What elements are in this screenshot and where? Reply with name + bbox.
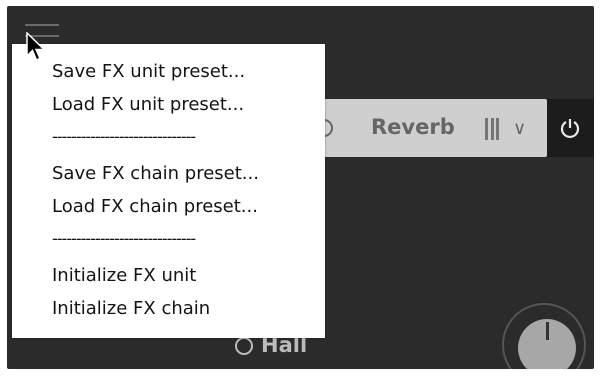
power-icon	[560, 119, 580, 139]
mouse-cursor-icon	[26, 32, 46, 61]
menu-item-load-fx-chain[interactable]: Load FX chain preset...	[52, 196, 258, 217]
menu-separator: ------------------------------	[52, 229, 196, 248]
hall-radio-icon[interactable]	[235, 337, 253, 355]
menu-item-save-fx-unit[interactable]: Save FX unit preset...	[52, 61, 245, 82]
power-button[interactable]	[547, 99, 594, 157]
fx-slot[interactable]: Reverb ∨	[297, 99, 547, 157]
menu-item-initialize-fx-unit[interactable]: Initialize FX unit	[52, 265, 196, 286]
menu-item-load-fx-unit[interactable]: Load FX unit preset...	[52, 94, 244, 115]
bars-icon[interactable]	[485, 118, 499, 140]
menu-separator: ------------------------------	[52, 127, 196, 146]
chevron-down-icon[interactable]: ∨	[513, 118, 526, 139]
menu-item-initialize-fx-chain[interactable]: Initialize FX chain	[52, 298, 210, 319]
menu-item-save-fx-chain[interactable]: Save FX chain preset...	[52, 163, 259, 184]
fx-options-menu: Save FX unit preset... Load FX unit pres…	[12, 44, 325, 338]
knob-indicator	[546, 322, 549, 340]
fx-slot-name[interactable]: Reverb	[371, 115, 455, 139]
